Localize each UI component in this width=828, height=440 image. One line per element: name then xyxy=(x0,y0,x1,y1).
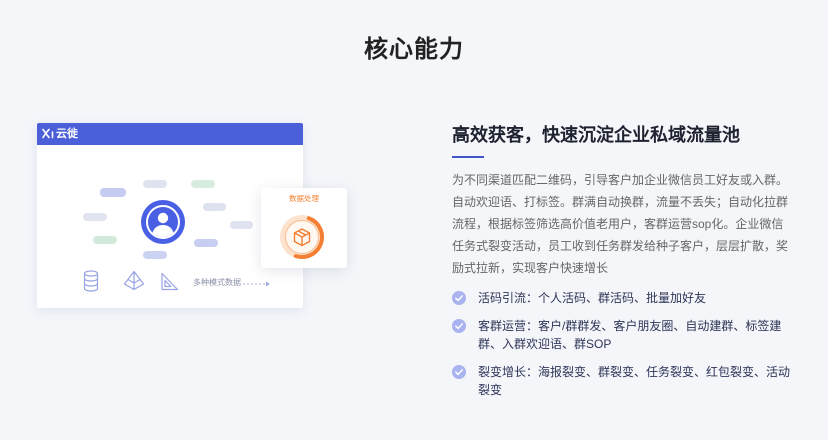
check-circle-icon xyxy=(452,365,466,379)
decorative-tag-pill xyxy=(143,251,167,259)
feature-item-text: 活码引流：个人活码、群活码、批量加好友 xyxy=(478,291,707,305)
data-processing-title: 数据处理 xyxy=(289,194,319,203)
feature-description: 为不同渠道匹配二维码，引导客户加企业微信员工好友或入群。自动欢迎语、打标签。群满… xyxy=(452,173,789,275)
illustration-header-bar: 云徙 xyxy=(37,123,303,145)
decorative-tag-pill xyxy=(83,213,107,221)
feature-list-item: 裂变增长：海报裂变、群裂变、任务裂变、红包裂变、活动裂变 xyxy=(452,363,794,399)
yunxi-logo-icon xyxy=(42,128,55,139)
check-circle-icon xyxy=(452,319,466,333)
decorative-tag-pill xyxy=(194,239,218,247)
decorative-tag-pill xyxy=(230,221,253,229)
section-title: 核心能力 xyxy=(364,36,464,63)
heading-underline xyxy=(452,156,484,158)
dashed-arrow-right-icon xyxy=(243,281,271,287)
feature-list-item: 活码引流：个人活码、群活码、批量加好友 xyxy=(452,289,794,307)
check-circle-icon xyxy=(452,291,466,305)
data-modes-caption: 多种模式数据 xyxy=(193,278,241,287)
decorative-tag-pill xyxy=(191,180,215,188)
feature-list: 活码引流：个人活码、群活码、批量加好友 客群运营：客户/群群发、客户朋友圈、自动… xyxy=(452,289,794,399)
user-avatar-icon xyxy=(140,199,186,245)
database-icon xyxy=(83,270,99,292)
feature-list-item: 客群运营：客户/群群发、客户朋友圈、自动建群、标签建群、入群欢迎语、群SOP xyxy=(452,317,794,353)
core-capabilities-section: 核心能力 云徙 多种模式数据 数据处理 高效获客，快速沉淀企业私域流量池 为不同… xyxy=(0,0,828,440)
package-box-icon xyxy=(277,212,327,262)
pyramid-icon xyxy=(123,270,145,291)
decorative-tag-pill xyxy=(203,203,226,211)
decorative-tag-pill xyxy=(100,188,126,197)
brand-name: 云徙 xyxy=(56,128,78,140)
triangle-ruler-icon xyxy=(160,272,179,291)
decorative-tag-pill xyxy=(143,180,167,188)
decorative-tag-pill xyxy=(93,236,117,244)
feature-item-text: 客群运营：客户/群群发、客户朋友圈、自动建群、标签建群、入群欢迎语、群SOP xyxy=(478,319,782,351)
data-processing-card: 数据处理 xyxy=(261,188,347,268)
feature-heading: 高效获客，快速沉淀企业私域流量池 xyxy=(452,125,740,145)
feature-item-text: 裂变增长：海报裂变、群裂变、任务裂变、红包裂变、活动裂变 xyxy=(478,365,791,397)
